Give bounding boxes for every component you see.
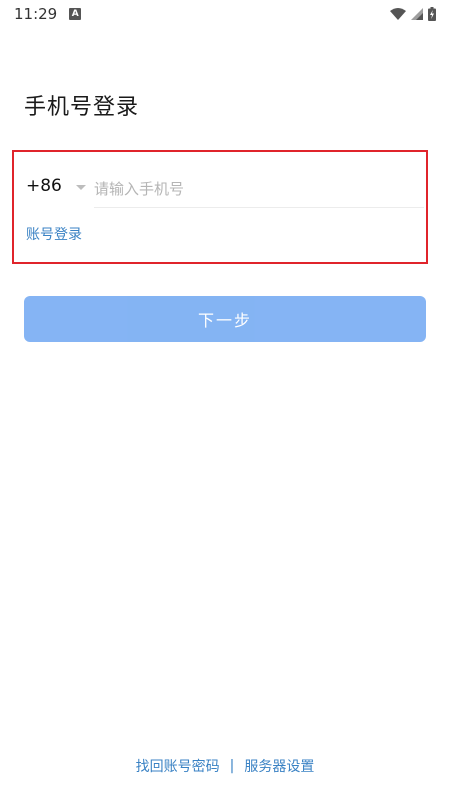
status-right — [390, 7, 436, 21]
a-notification-icon: A — [69, 8, 82, 20]
next-step-button[interactable]: 下一步 — [24, 296, 426, 342]
account-login-link[interactable]: 账号登录 — [26, 224, 82, 244]
status-left: 11:29 A — [14, 5, 82, 23]
footer-links: 找回账号密码 | 服务器设置 — [0, 756, 450, 776]
country-code-select[interactable]: +86 — [26, 176, 86, 196]
battery-charging-icon — [428, 7, 436, 21]
wifi-icon — [390, 8, 406, 20]
status-bar: 11:29 A — [0, 0, 450, 28]
country-code-value: +86 — [26, 176, 62, 196]
page-title: 手机号登录 — [24, 95, 140, 120]
phone-login-form: +86 账号登录 — [12, 150, 428, 264]
signal-icon — [411, 8, 423, 20]
caret-down-icon — [75, 184, 86, 190]
login-screen: 11:29 A 手机号登录 +86 账号登录 下一步 — [0, 0, 450, 800]
footer-separator: | — [229, 758, 235, 774]
status-time: 11:29 — [14, 5, 58, 23]
phone-number-input[interactable] — [94, 170, 424, 208]
server-settings-link[interactable]: 服务器设置 — [244, 756, 314, 776]
recover-account-link[interactable]: 找回账号密码 — [136, 756, 220, 776]
